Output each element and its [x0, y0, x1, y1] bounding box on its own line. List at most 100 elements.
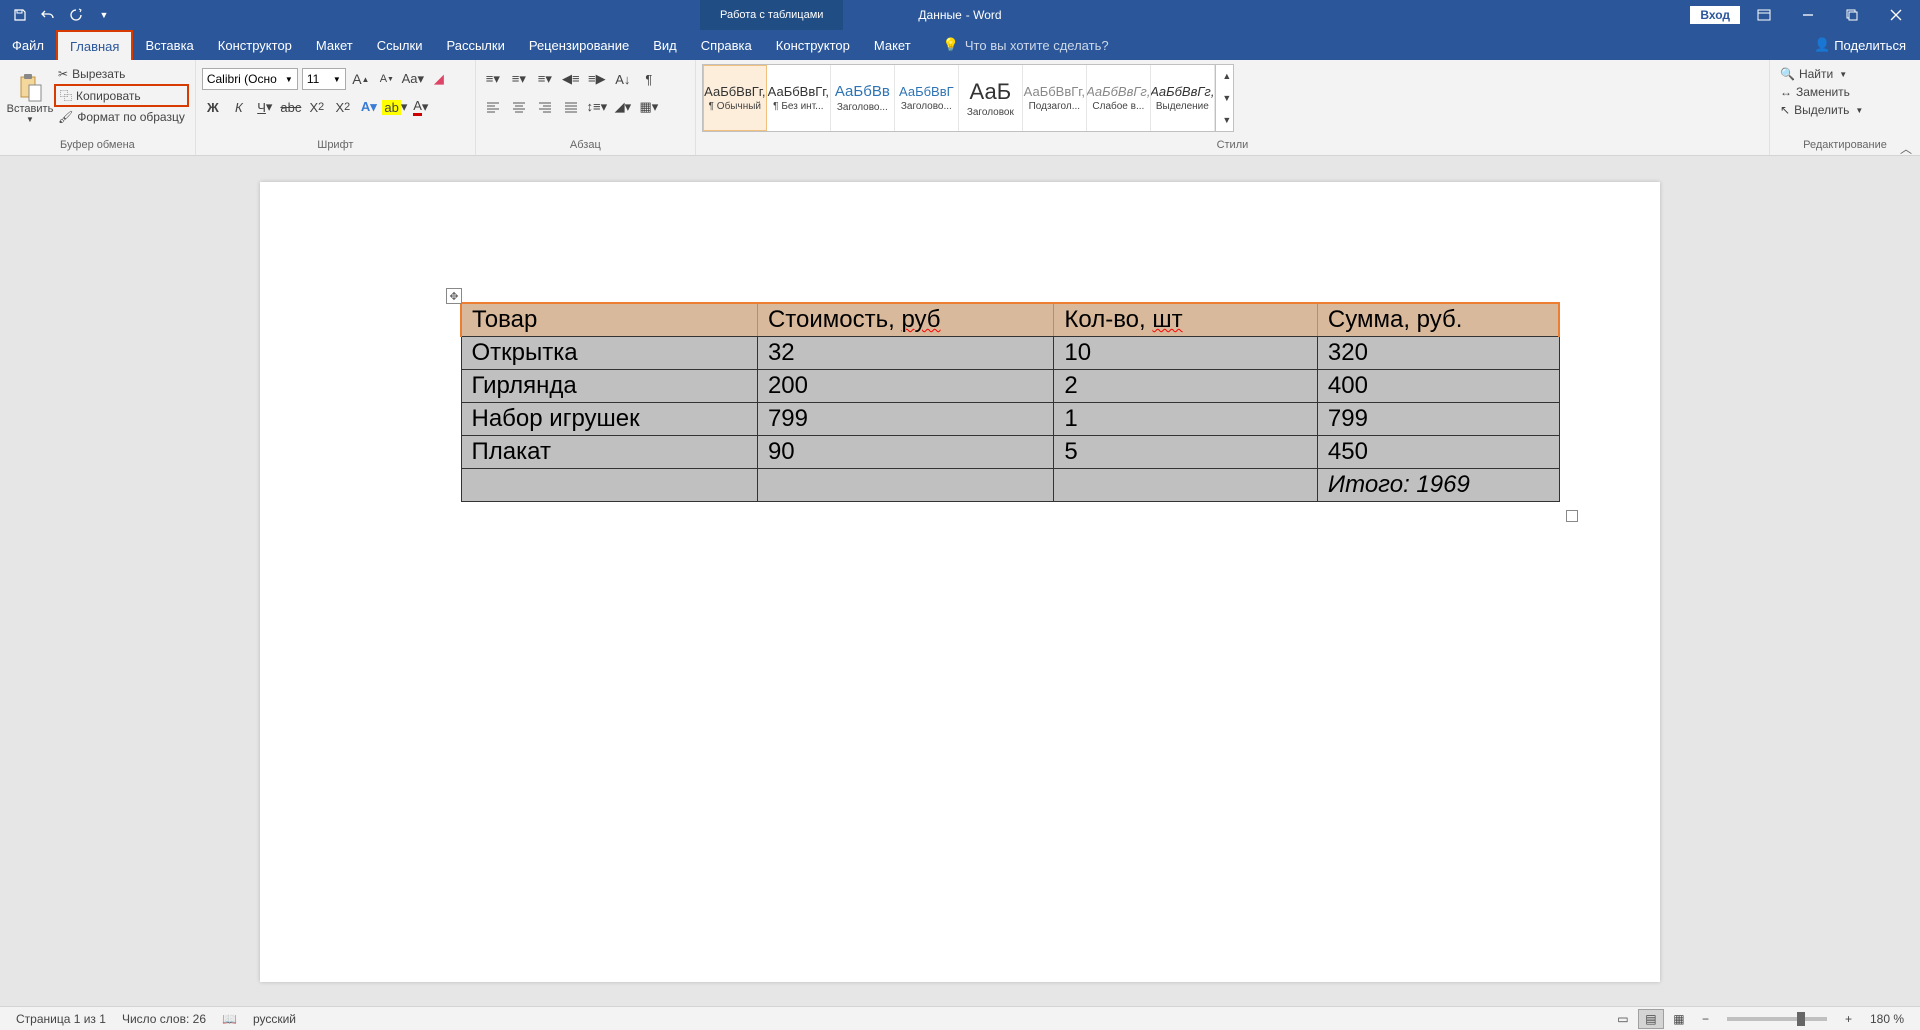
tab-references[interactable]: Ссылки	[365, 30, 435, 60]
tab-review[interactable]: Рецензирование	[517, 30, 641, 60]
styles-more-icon[interactable]: ▼	[1216, 109, 1238, 131]
table-header-cell[interactable]: Стоимость, руб	[757, 303, 1053, 337]
shading-icon[interactable]: ◢▾	[612, 96, 634, 118]
styles-gallery[interactable]: АаБбВвГг,¶ Обычный АаБбВвГг,¶ Без инт...…	[702, 64, 1234, 132]
zoom-level[interactable]: 180 %	[1862, 1012, 1912, 1026]
tab-file[interactable]: Файл	[0, 30, 56, 60]
table-header-row[interactable]: Товар Стоимость, руб Кол-во, шт Сумма, р…	[461, 303, 1559, 337]
style-heading1[interactable]: АаБбВвЗаголово...	[831, 65, 895, 131]
minimize-icon[interactable]	[1788, 0, 1828, 30]
cut-button[interactable]: ✂ Вырезать	[54, 66, 189, 82]
underline-button[interactable]: Ч▾	[254, 96, 276, 118]
document-area[interactable]: ✥ Товар Стоимость, руб Кол-во, шт Сумма,…	[0, 156, 1920, 1006]
undo-icon[interactable]	[36, 3, 60, 27]
collapse-ribbon-icon[interactable]: ︿	[1900, 140, 1912, 157]
replace-button[interactable]: ↔Заменить	[1776, 84, 1867, 100]
table-header-cell[interactable]: Товар	[461, 303, 757, 337]
style-subtle[interactable]: АаБбВвГг,Слабое в...	[1087, 65, 1151, 131]
styles-row-up-icon[interactable]: ▲	[1216, 65, 1238, 87]
show-marks-icon[interactable]: ¶	[638, 68, 660, 90]
increase-indent-icon[interactable]: ≡▶	[586, 68, 608, 90]
tab-help[interactable]: Справка	[689, 30, 764, 60]
zoom-in-icon[interactable]: +	[1837, 1012, 1860, 1026]
web-layout-icon[interactable]: ▦	[1666, 1009, 1692, 1029]
style-normal[interactable]: АаБбВвГг,¶ Обычный	[703, 65, 767, 131]
tab-insert[interactable]: Вставка	[133, 30, 205, 60]
sort-icon[interactable]: A↓	[612, 68, 634, 90]
status-words[interactable]: Число слов: 26	[114, 1012, 214, 1026]
data-table[interactable]: Товар Стоимость, руб Кол-во, шт Сумма, р…	[460, 302, 1560, 502]
total-cell[interactable]: Итого: 1969	[1317, 469, 1559, 502]
close-icon[interactable]	[1876, 0, 1916, 30]
login-button[interactable]: Вход	[1690, 6, 1740, 24]
select-button[interactable]: ↖Выделить▼	[1776, 102, 1867, 118]
print-layout-icon[interactable]: ▤	[1638, 1009, 1664, 1029]
shrink-font-icon[interactable]: A▼	[376, 68, 398, 90]
style-heading2[interactable]: АаБбВвГЗаголово...	[895, 65, 959, 131]
share-button[interactable]: 👤 Поделиться	[1800, 30, 1920, 60]
superscript-button[interactable]: X2	[332, 96, 354, 118]
table-move-handle-icon[interactable]: ✥	[446, 288, 462, 304]
save-icon[interactable]	[8, 3, 32, 27]
bold-button[interactable]: Ж	[202, 96, 224, 118]
numbering-icon[interactable]: ≡▾	[508, 68, 530, 90]
table-header-cell[interactable]: Кол-во, шт	[1054, 303, 1318, 337]
decrease-indent-icon[interactable]: ◀≡	[560, 68, 582, 90]
table-resize-handle-icon[interactable]	[1566, 510, 1578, 522]
table-row[interactable]: Открытка3210320	[461, 337, 1559, 370]
borders-icon[interactable]: ▦▾	[638, 96, 660, 118]
align-left-icon[interactable]	[482, 96, 504, 118]
font-color-icon[interactable]: A▾	[410, 96, 432, 118]
style-title[interactable]: АаБЗаголовок	[959, 65, 1023, 131]
table-total-row[interactable]: Итого: 1969	[461, 469, 1559, 502]
status-page[interactable]: Страница 1 из 1	[8, 1012, 114, 1026]
zoom-out-icon[interactable]: −	[1694, 1012, 1717, 1026]
qat-customize-icon[interactable]: ▼	[92, 3, 116, 27]
tab-mailings[interactable]: Рассылки	[434, 30, 516, 60]
tab-table-layout[interactable]: Макет	[862, 30, 923, 60]
status-language[interactable]: русский	[245, 1012, 304, 1026]
justify-icon[interactable]	[560, 96, 582, 118]
style-subtitle[interactable]: АаБбВвГг,Подзагол...	[1023, 65, 1087, 131]
text-effects-icon[interactable]: A▾	[358, 96, 380, 118]
italic-button[interactable]: К	[228, 96, 250, 118]
style-nospacing[interactable]: АаБбВвГг,¶ Без инт...	[767, 65, 831, 131]
align-center-icon[interactable]	[508, 96, 530, 118]
maximize-icon[interactable]	[1832, 0, 1872, 30]
tab-view[interactable]: Вид	[641, 30, 689, 60]
ribbon-display-options-icon[interactable]	[1744, 0, 1784, 30]
bullets-icon[interactable]: ≡▾	[482, 68, 504, 90]
table-row[interactable]: Набор игрушек7991799	[461, 403, 1559, 436]
find-button[interactable]: 🔍Найти▼	[1776, 66, 1867, 82]
subscript-button[interactable]: X2	[306, 96, 328, 118]
font-group-label: Шрифт	[202, 139, 469, 155]
table-row[interactable]: Плакат905450	[461, 436, 1559, 469]
font-name-combo[interactable]: Calibri (Осно▼	[202, 68, 298, 90]
font-size-combo[interactable]: 11▼	[302, 68, 346, 90]
paste-button[interactable]: Вставить ▼	[6, 64, 54, 132]
redo-icon[interactable]	[64, 3, 88, 27]
zoom-thumb[interactable]	[1797, 1012, 1805, 1026]
line-spacing-icon[interactable]: ↕≡▾	[586, 96, 608, 118]
grow-font-icon[interactable]: A▲	[350, 68, 372, 90]
tab-design[interactable]: Конструктор	[206, 30, 304, 60]
zoom-slider[interactable]	[1727, 1017, 1827, 1021]
read-mode-icon[interactable]: ▭	[1610, 1009, 1636, 1029]
align-right-icon[interactable]	[534, 96, 556, 118]
format-painter-button[interactable]: 🖌 Формат по образцу	[54, 109, 189, 125]
highlight-icon[interactable]: ab▾	[384, 96, 406, 118]
copy-button[interactable]: ⿻ Копировать	[54, 84, 189, 107]
tab-table-design[interactable]: Конструктор	[764, 30, 862, 60]
multilevel-icon[interactable]: ≡▾	[534, 68, 556, 90]
change-case-icon[interactable]: Aa▾	[402, 68, 424, 90]
spellcheck-icon[interactable]: 📖	[214, 1012, 245, 1026]
tell-me-search[interactable]: 💡 Что вы хотите сделать?	[923, 30, 1109, 60]
style-emphasis[interactable]: АаБбВвГг,Выделение	[1151, 65, 1215, 131]
table-row[interactable]: Гирлянда2002400	[461, 370, 1559, 403]
tab-layout[interactable]: Макет	[304, 30, 365, 60]
table-header-cell[interactable]: Сумма, руб.	[1317, 303, 1559, 337]
clear-formatting-icon[interactable]: ◢	[428, 68, 450, 90]
strikethrough-button[interactable]: abc	[280, 96, 302, 118]
styles-row-down-icon[interactable]: ▼	[1216, 87, 1238, 109]
tab-home[interactable]: Главная	[56, 30, 133, 60]
